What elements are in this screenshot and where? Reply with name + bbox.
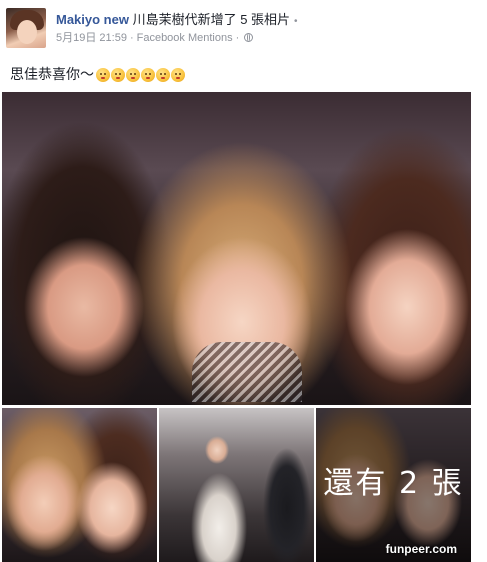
- avatar[interactable]: [6, 8, 46, 48]
- chevron-down-icon[interactable]: •: [294, 13, 298, 31]
- more-photos-label[interactable]: 還有 2 張: [316, 466, 471, 502]
- thumbnail-photo-1[interactable]: [2, 408, 157, 562]
- post-message-text: 思佳恭喜你～: [10, 66, 94, 82]
- post-title-line: Makiyo new 川島茉樹代新增了 5 張相片 •: [56, 11, 298, 31]
- meta-separator-2: ·: [235, 32, 240, 44]
- main-photo[interactable]: [2, 92, 471, 405]
- globe-icon[interactable]: [244, 33, 254, 42]
- author-name-link[interactable]: Makiyo new: [56, 12, 129, 27]
- avatar-face: [17, 20, 37, 44]
- dress-sparkle: [192, 342, 302, 402]
- kissing-face-emoji-icon: [171, 68, 185, 82]
- thumbnail-photo-3-more[interactable]: 還有 2 張 funpeer.com: [316, 408, 471, 562]
- kissing-face-emoji-icon: [111, 68, 125, 82]
- post-action-text: 川島茉樹代新增了 5 張相片: [128, 12, 291, 27]
- post-meta: 5月19日 21:59 · Facebook Mentions ·: [56, 31, 254, 45]
- kissing-face-emoji-icon: [96, 68, 110, 82]
- kissing-face-emoji-icon: [141, 68, 155, 82]
- emoji-row: [96, 67, 186, 87]
- kissing-face-emoji-icon: [126, 68, 140, 82]
- post-via-link[interactable]: Facebook Mentions: [137, 32, 233, 44]
- post-timestamp[interactable]: 5月19日 21:59: [56, 32, 127, 44]
- watermark-text: funpeer.com: [385, 542, 457, 556]
- post-message: 思佳恭喜你～: [10, 64, 186, 87]
- meta-separator: ·: [129, 32, 134, 44]
- thumbnail-photo-2[interactable]: [159, 408, 314, 562]
- post-header: Makiyo new 川島茉樹代新增了 5 張相片 • 5月19日 21:59 · F…: [6, 8, 476, 52]
- kissing-face-emoji-icon: [156, 68, 170, 82]
